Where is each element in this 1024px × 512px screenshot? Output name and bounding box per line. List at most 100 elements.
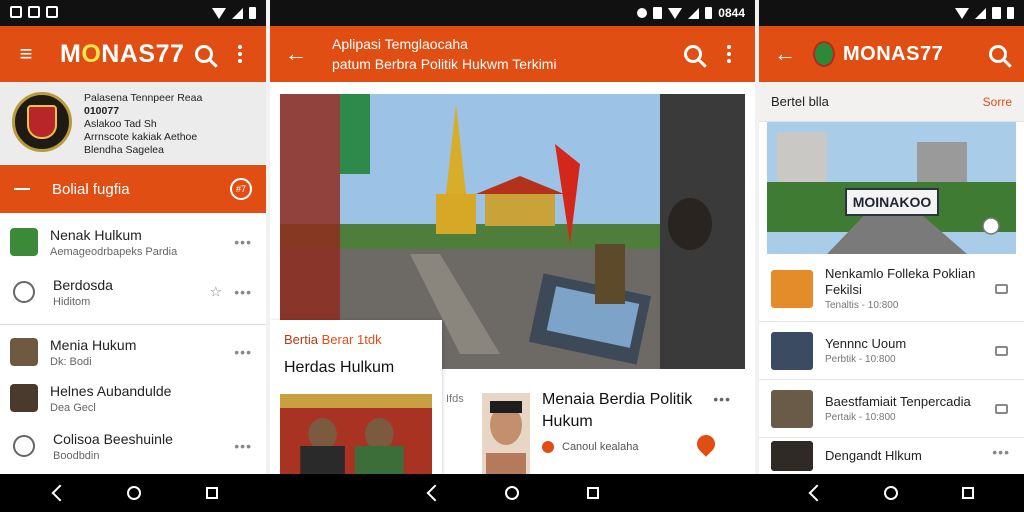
news-item[interactable]: Yennnc Uoum Perbtik - 10:800 bbox=[759, 322, 1024, 380]
back-button[interactable]: ← bbox=[771, 40, 799, 68]
system-nav-bar bbox=[0, 474, 1024, 512]
list-item[interactable]: Nenak Hulkum Aemageodrbapeks Pardia ••• bbox=[0, 220, 266, 264]
signal-icon bbox=[688, 7, 700, 19]
article-title: Menaia Berdia Politik Hukum bbox=[542, 391, 693, 430]
list-item[interactable]: Berdosda Hiditom ☆ ••• bbox=[0, 264, 266, 320]
profile-detail: Arrnscote kakiak Aethoe bbox=[84, 131, 198, 143]
news-item[interactable]: Baestfamiait Tenpercadia Pertaik - 10:800 bbox=[759, 380, 1024, 438]
nav-home-button[interactable] bbox=[876, 478, 906, 508]
comment-icon[interactable] bbox=[995, 283, 1008, 294]
nav-back-button[interactable] bbox=[799, 478, 829, 508]
back-icon bbox=[808, 484, 826, 502]
news-meta: Perbtik - 10:800 bbox=[825, 354, 896, 365]
list-item[interactable]: Menia Hukum Dk: Bodi ••• bbox=[0, 329, 266, 375]
app-bar: ≡ MONAS77 bbox=[0, 26, 266, 82]
item-subtitle: Aemageodrbapeks Pardia bbox=[50, 245, 178, 258]
news-thumbnail bbox=[771, 331, 813, 370]
item-title: Menia Hukum bbox=[50, 336, 137, 353]
search-button[interactable] bbox=[984, 40, 1012, 68]
item-title: Helnes Aubandulde bbox=[50, 382, 172, 399]
home-icon bbox=[127, 486, 141, 500]
card-image bbox=[280, 394, 432, 474]
home-icon bbox=[505, 486, 519, 500]
home-icon bbox=[884, 486, 898, 500]
signal-icon bbox=[232, 7, 243, 19]
list-item[interactable]: Colisoa Beeshuinle Boodbdin ••• bbox=[0, 421, 266, 471]
card-label: Bertia Berar 1tdk bbox=[284, 332, 382, 347]
news-title: Yennnc Uoum bbox=[825, 336, 907, 351]
status-bar: 0844 bbox=[270, 0, 755, 26]
city-image[interactable]: MOINAKOO bbox=[767, 122, 1016, 254]
news-thumbnail bbox=[771, 269, 813, 308]
profile-detail: Blendha Sagelea bbox=[84, 144, 164, 156]
overflow-menu-button[interactable] bbox=[715, 40, 743, 68]
menu-icon[interactable]: ≡ bbox=[12, 40, 40, 68]
more-horiz-icon[interactable]: ••• bbox=[992, 444, 1010, 460]
article-thumbnail bbox=[482, 393, 530, 474]
nav-back-button[interactable] bbox=[42, 478, 72, 508]
news-title: Nenkamlo Folleka Poklian Fekilsi bbox=[825, 266, 976, 297]
profile-id: 010077 bbox=[84, 105, 120, 117]
clipboard-icon bbox=[992, 7, 1001, 19]
shield-icon bbox=[27, 105, 57, 139]
clipboard-icon bbox=[653, 7, 663, 19]
search-icon bbox=[195, 45, 213, 63]
back-icon bbox=[51, 484, 69, 502]
nav-back-button[interactable] bbox=[417, 478, 447, 508]
search-icon bbox=[989, 45, 1007, 63]
wifi-icon bbox=[955, 7, 969, 19]
more-horiz-icon[interactable]: ••• bbox=[234, 344, 252, 360]
status-icons bbox=[212, 7, 256, 19]
source-icon bbox=[542, 441, 554, 453]
app-logo-text: MONAS77 bbox=[60, 39, 185, 68]
section-banner[interactable]: Bolial fugfia #7 bbox=[0, 165, 266, 213]
profile-detail: Aslakoo Tad Sh bbox=[84, 118, 157, 130]
status-icons bbox=[955, 7, 1014, 19]
nav-recents-button[interactable] bbox=[197, 478, 227, 508]
nav-recents-button[interactable] bbox=[578, 478, 608, 508]
app-bar: ← Aplipasi Temglaocaha patum Berbra Poli… bbox=[270, 26, 755, 82]
menu-list: Nenak Hulkum Aemageodrbapeks Pardia ••• B… bbox=[0, 220, 266, 471]
phone-screen-home: ≡ MONAS77 Palasena Tennpeer Reaa 010077 … bbox=[0, 0, 266, 474]
search-icon bbox=[684, 45, 702, 63]
news-item[interactable]: Nenkamlo Folleka Poklian Fekilsi Tenaltis… bbox=[759, 256, 1024, 322]
banner-badge[interactable]: #7 bbox=[230, 178, 252, 200]
item-subtitle: Hiditom bbox=[53, 295, 91, 308]
title-line: Aplipasi Temglaocaha bbox=[332, 36, 468, 52]
nav-home-button[interactable] bbox=[119, 478, 149, 508]
featured-card[interactable]: Bertia Berar 1tdk Herdas Hulkum bbox=[270, 320, 442, 474]
search-button[interactable] bbox=[190, 40, 218, 68]
item-title: Berdosda bbox=[53, 276, 113, 293]
like-icon[interactable] bbox=[693, 431, 719, 457]
status-icons: 0844 bbox=[637, 6, 745, 20]
status-bar bbox=[759, 0, 1024, 26]
news-thumbnail bbox=[771, 389, 813, 428]
battery-icon bbox=[705, 7, 713, 19]
more-horiz-icon[interactable]: ••• bbox=[713, 391, 731, 407]
section-action-link[interactable]: Sorre bbox=[983, 95, 1012, 109]
profile-card[interactable]: Palasena Tennpeer Reaa 010077 Aslakoo Ta… bbox=[0, 82, 266, 164]
nav-home-button[interactable] bbox=[497, 478, 527, 508]
search-person-icon bbox=[13, 435, 35, 457]
more-horiz-icon[interactable]: ••• bbox=[234, 284, 252, 300]
news-title: Dengandt Hlkum bbox=[825, 448, 922, 463]
item-title: Nenak Hulkum bbox=[50, 226, 142, 243]
list-item[interactable]: Helnes Aubandulde Dea Gecl bbox=[0, 375, 266, 421]
status-bar bbox=[0, 0, 266, 26]
more-horiz-icon[interactable]: ••• bbox=[234, 438, 252, 454]
back-button[interactable]: ← bbox=[282, 40, 310, 68]
comment-icon[interactable] bbox=[995, 403, 1008, 414]
alarm-icon bbox=[637, 8, 648, 18]
article-item[interactable]: Ifds Menaia Berdia Politik Hukum ••• Can… bbox=[446, 375, 745, 474]
news-item[interactable]: Dengandt Hlkum ••• bbox=[759, 438, 1024, 474]
more-horiz-icon[interactable]: ••• bbox=[234, 234, 252, 250]
search-button[interactable] bbox=[679, 40, 707, 68]
item-subtitle: Dk: Bodi bbox=[50, 355, 92, 368]
overflow-menu-button[interactable] bbox=[226, 40, 254, 68]
comment-icon[interactable] bbox=[995, 345, 1008, 356]
star-icon[interactable]: ☆ bbox=[209, 284, 222, 301]
avatar bbox=[10, 338, 38, 366]
nav-recents-button[interactable] bbox=[953, 478, 983, 508]
divider bbox=[0, 324, 266, 325]
battery-icon bbox=[1007, 7, 1014, 19]
